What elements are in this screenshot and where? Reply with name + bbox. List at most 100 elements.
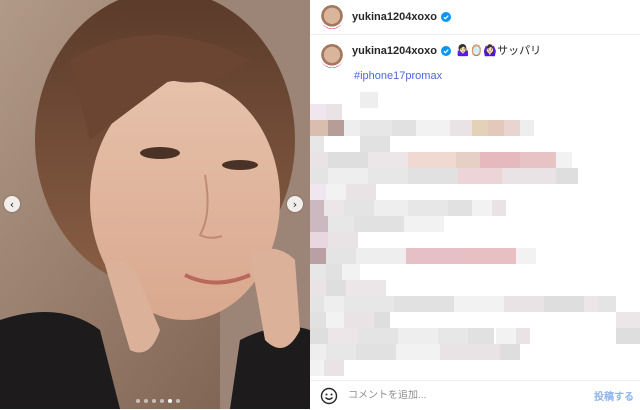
blur-block <box>416 120 450 136</box>
blur-block <box>488 120 504 136</box>
blur-block <box>556 168 578 184</box>
blur-block <box>310 168 328 184</box>
blur-block <box>326 184 346 200</box>
blur-block <box>326 104 342 120</box>
pixelated-comments <box>310 92 640 376</box>
blur-block <box>326 344 356 360</box>
blur-block <box>480 152 520 168</box>
carousel-dot <box>168 399 172 403</box>
blur-block <box>456 152 480 168</box>
carousel-next-button[interactable]: › <box>287 196 303 212</box>
blur-block <box>324 200 344 216</box>
blur-block <box>324 360 344 376</box>
blur-block <box>344 296 394 312</box>
post-media: ‹ › <box>0 0 310 409</box>
blur-block <box>468 328 494 344</box>
header-username[interactable]: yukina1204xoxo <box>352 11 437 23</box>
blur-block <box>492 200 506 216</box>
blur-block <box>360 92 378 108</box>
blur-block <box>504 120 520 136</box>
carousel-dot <box>152 399 156 403</box>
comment-input[interactable] <box>348 390 568 401</box>
blur-block <box>450 120 472 136</box>
blur-block <box>328 152 368 168</box>
blur-block <box>438 328 468 344</box>
comment-bar: 投稿する <box>310 380 640 410</box>
blur-block <box>392 120 416 136</box>
blur-block <box>346 184 376 200</box>
blur-block <box>310 344 326 360</box>
blur-block <box>356 248 406 264</box>
blur-block <box>310 200 324 216</box>
blur-block <box>310 136 324 152</box>
blur-block <box>326 280 346 296</box>
blur-block <box>346 280 386 296</box>
blur-block <box>398 328 438 344</box>
blur-block <box>458 168 502 184</box>
blur-block <box>502 168 556 184</box>
blur-block <box>356 344 396 360</box>
blur-block <box>368 152 408 168</box>
blur-block <box>408 200 448 216</box>
post-comment-button[interactable]: 投稿する <box>594 388 634 403</box>
blur-block <box>344 312 374 328</box>
blur-block <box>396 344 440 360</box>
blur-block <box>326 264 342 280</box>
blur-block <box>310 248 326 264</box>
emoji-button[interactable] <box>320 387 338 405</box>
blur-block <box>496 328 516 344</box>
carousel-dot <box>176 399 180 403</box>
carousel-dot <box>136 399 140 403</box>
blur-block <box>374 200 408 216</box>
blur-block <box>328 120 344 136</box>
blur-block <box>360 120 392 136</box>
blur-block <box>616 312 640 328</box>
blur-block <box>328 216 354 232</box>
blur-block <box>584 296 598 312</box>
blur-block <box>408 168 458 184</box>
caption-username[interactable]: yukina1204xoxo <box>352 44 437 58</box>
blur-block <box>374 312 390 328</box>
carousel-prev-button[interactable]: ‹ <box>4 196 20 212</box>
emoji-icon <box>320 387 338 404</box>
blur-block <box>310 104 326 120</box>
blur-block <box>394 296 454 312</box>
blur-block <box>466 248 516 264</box>
caption: yukina1204xoxo 🤷🏻‍♀️🪞🙆🏻‍♀️ サッパリ <box>320 44 612 68</box>
blur-block <box>328 168 368 184</box>
blur-block <box>344 120 360 136</box>
blur-block <box>310 328 328 344</box>
blur-block <box>500 344 520 360</box>
selfie-photo <box>0 0 310 409</box>
verified-badge-icon <box>441 46 451 56</box>
blur-block <box>310 264 326 280</box>
chevron-right-icon: › <box>292 197 298 211</box>
blur-block <box>326 312 344 328</box>
blur-block <box>472 120 490 136</box>
blur-block <box>408 152 456 168</box>
blur-block <box>504 296 544 312</box>
carousel-indicator <box>136 399 180 403</box>
blur-block <box>310 232 328 248</box>
blur-block <box>404 216 444 232</box>
carousel-dot <box>160 399 164 403</box>
caption-text: サッパリ <box>497 45 542 57</box>
carousel-dot <box>144 399 148 403</box>
blur-block <box>472 200 492 216</box>
blur-block <box>310 152 328 168</box>
blur-block <box>326 248 356 264</box>
blur-block <box>440 344 500 360</box>
blur-block <box>310 120 328 136</box>
blur-block <box>310 216 328 232</box>
blur-block <box>310 280 326 296</box>
blur-block <box>454 296 504 312</box>
avatar[interactable] <box>320 5 344 29</box>
blur-block <box>544 296 584 312</box>
blur-block <box>360 136 390 152</box>
blur-block <box>328 232 358 248</box>
blur-block <box>520 152 556 168</box>
post-header: yukina1204xoxo <box>310 0 640 35</box>
caption-avatar[interactable] <box>320 44 344 68</box>
blur-block <box>616 328 640 344</box>
blur-block <box>598 296 616 312</box>
